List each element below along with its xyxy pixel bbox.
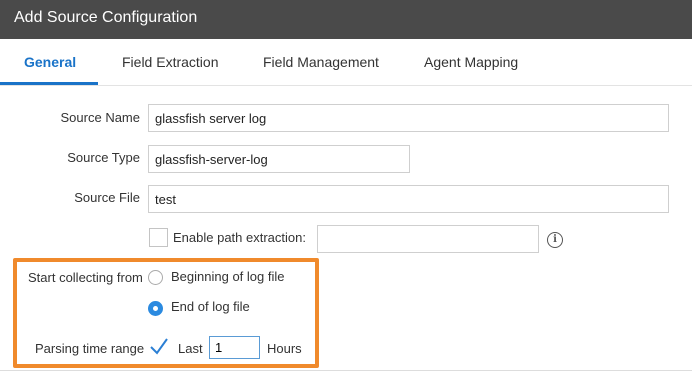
- path-extraction-label: Enable path extraction:: [173, 230, 306, 245]
- source-type-input[interactable]: [148, 145, 410, 173]
- window-title: Add Source Configuration: [14, 9, 198, 26]
- source-name-input[interactable]: [148, 104, 669, 132]
- source-file-input[interactable]: [148, 185, 669, 213]
- highlight-box: [13, 258, 319, 368]
- source-type-label: Source Type: [67, 150, 140, 165]
- tab-field-extraction[interactable]: Field Extraction: [122, 54, 218, 70]
- window-titlebar: Add Source Configuration: [0, 0, 692, 39]
- path-extraction-checkbox[interactable]: [149, 228, 168, 247]
- tab-field-management[interactable]: Field Management: [263, 54, 379, 70]
- tab-general[interactable]: General: [24, 54, 76, 70]
- active-tab-indicator: [0, 82, 98, 85]
- path-extraction-input[interactable]: [317, 225, 539, 253]
- source-file-label: Source File: [74, 190, 140, 205]
- tab-bar: General Field Extraction Field Managemen…: [0, 39, 692, 86]
- source-name-label: Source Name: [60, 110, 140, 125]
- tab-agent-mapping[interactable]: Agent Mapping: [424, 54, 518, 70]
- info-icon[interactable]: i: [547, 232, 563, 248]
- divider: [0, 370, 692, 371]
